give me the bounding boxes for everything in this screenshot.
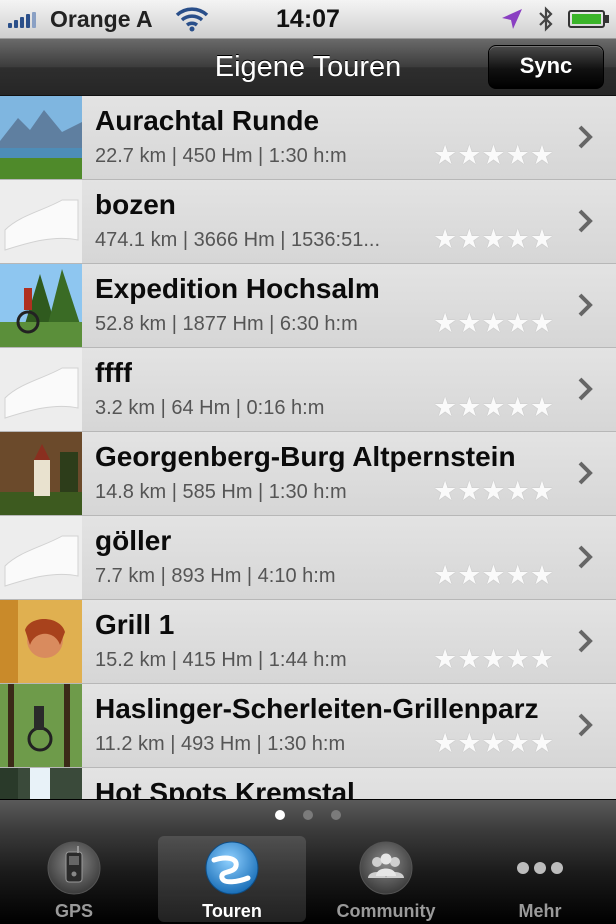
tab-bar: GPS Touren Community Mehr (0, 832, 616, 924)
tour-thumbnail (0, 684, 82, 767)
tour-title: Grill 1 (95, 609, 175, 640)
tour-details: 15.2 km | 415 Hm | 1:44 h:m (95, 649, 347, 671)
chevron-right-icon[interactable] (576, 292, 594, 318)
tour-title: ffff (95, 357, 133, 388)
rating-stars: ★★★★★ (433, 476, 555, 506)
tour-row[interactable]: Georgenberg-Burg Altpernstein 14.8 km | 5… (0, 432, 616, 516)
tab-label: Mehr (518, 901, 562, 921)
tab-label: Community (336, 901, 436, 921)
bluetooth-icon (539, 6, 553, 32)
more-dots-icon (517, 862, 563, 874)
tour-details: 22.7 km | 450 Hm | 1:30 h:m (95, 145, 347, 167)
phone-gps-icon (47, 841, 101, 895)
rating-stars: ★★★★★ (433, 644, 555, 674)
rating-stars: ★★★★★ (433, 728, 555, 758)
tour-thumbnail (0, 768, 82, 799)
chevron-right-icon[interactable] (576, 712, 594, 738)
tour-row[interactable]: bozen 474.1 km | 3666 Hm | 1536:51... ★★★★… (0, 180, 616, 264)
tab-touren[interactable]: Touren (158, 836, 306, 922)
rating-stars: ★★★★★ (433, 308, 555, 338)
location-arrow-icon (502, 9, 522, 29)
rating-stars: ★★★★★ (433, 392, 555, 422)
page-dot[interactable] (303, 810, 313, 820)
navigation-bar: Eigene Touren Sync (0, 39, 616, 96)
tour-title: Haslinger-Scherleiten-Grillenparz (95, 693, 539, 724)
page-indicator-bar (0, 800, 616, 832)
tour-details: 14.8 km | 585 Hm | 1:30 h:m (95, 481, 347, 503)
tab-label: GPS (54, 901, 93, 921)
tour-title: göller (95, 525, 172, 556)
tour-row[interactable]: Expedition Hochsalm 52.8 km | 1877 Hm | 6… (0, 264, 616, 348)
tab-label: Touren (202, 901, 262, 921)
tour-title: bozen (95, 189, 176, 220)
chevron-right-icon[interactable] (576, 544, 594, 570)
rating-stars: ★★★★★ (433, 140, 555, 170)
tour-thumbnail (0, 432, 82, 515)
page-dot[interactable] (331, 810, 341, 820)
tour-title: Expedition Hochsalm (95, 273, 380, 304)
tour-details: 11.2 km | 493 Hm | 1:30 h:m (95, 733, 346, 755)
tour-title: Aurachtal Runde (95, 105, 320, 136)
tour-row[interactable]: Haslinger-Scherleiten-Grillenparz 11.2 km… (0, 684, 616, 768)
status-bar: Orange A 14:07 (0, 0, 616, 39)
route-placeholder-icon (0, 180, 82, 263)
chevron-right-icon[interactable] (576, 460, 594, 486)
battery-icon (568, 10, 609, 28)
tour-thumbnail (0, 96, 82, 179)
tour-thumbnail (0, 264, 82, 347)
people-group-icon (359, 841, 413, 895)
tour-details: 474.1 km | 3666 Hm | 1536:51... (95, 229, 380, 251)
route-placeholder-icon (0, 348, 82, 431)
tour-row[interactable]: Grill 1 15.2 km | 415 Hm | 1:44 h:m ★★★★★ (0, 600, 616, 684)
tour-details: 7.7 km | 893 Hm | 4:10 h:m (95, 565, 336, 587)
tab-gps[interactable]: GPS (0, 836, 148, 922)
tour-list[interactable]: Aurachtal Runde 22.7 km | 450 Hm | 1:30 h… (0, 96, 616, 799)
route-placeholder-icon (0, 516, 82, 599)
page-dot[interactable] (275, 810, 285, 820)
rating-stars: ★★★★★ (433, 224, 555, 254)
tour-details: 52.8 km | 1877 Hm | 6:30 h:m (95, 313, 358, 335)
tour-title: Hot Spots Kremstal (95, 777, 355, 799)
tour-details: 3.2 km | 64 Hm | 0:16 h:m (95, 397, 325, 419)
tab-community[interactable]: Community (312, 836, 460, 922)
tour-row[interactable]: ffff 3.2 km | 64 Hm | 0:16 h:m ★★★★★ (0, 348, 616, 432)
chevron-right-icon[interactable] (576, 376, 594, 402)
tour-row[interactable]: Aurachtal Runde 22.7 km | 450 Hm | 1:30 h… (0, 96, 616, 180)
page-dots[interactable] (0, 810, 616, 820)
tour-title: Georgenberg-Burg Altpernstein (95, 441, 516, 472)
chevron-right-icon[interactable] (576, 124, 594, 150)
tour-thumbnail (0, 600, 82, 683)
route-globe-icon (205, 841, 259, 895)
tab-mehr[interactable]: Mehr (466, 836, 614, 922)
tour-row[interactable]: Hot Spots Kremstal (0, 768, 616, 799)
sync-button[interactable]: Sync (488, 45, 604, 89)
chevron-right-icon[interactable] (576, 628, 594, 654)
chevron-right-icon[interactable] (576, 208, 594, 234)
tour-row[interactable]: göller 7.7 km | 893 Hm | 4:10 h:m ★★★★★ (0, 516, 616, 600)
rating-stars: ★★★★★ (433, 560, 555, 590)
